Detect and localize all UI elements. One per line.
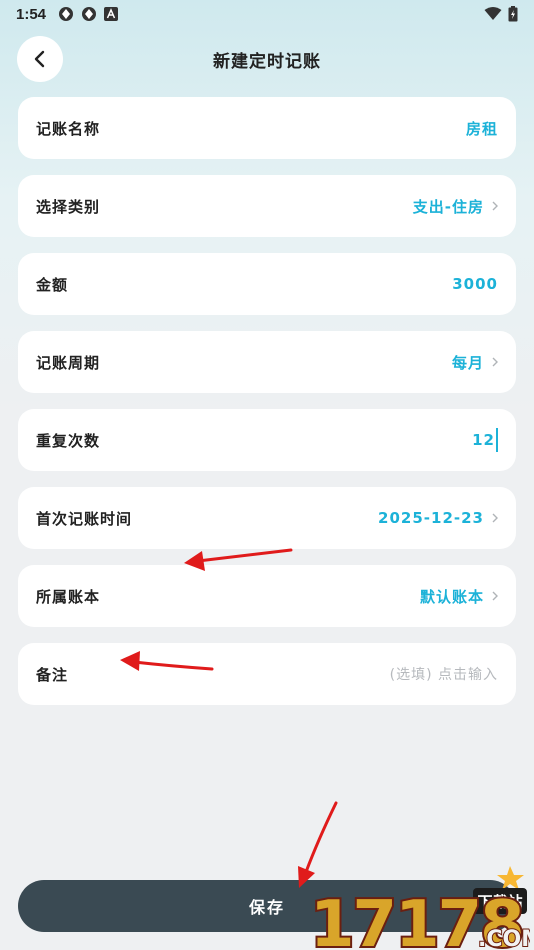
app-notification-icon <box>59 7 74 21</box>
account-book-text: 默认账本 <box>419 587 484 606</box>
entry-name-text: 房租 <box>465 119 498 138</box>
account-book-label: 所属账本 <box>36 587 101 606</box>
amount-label: 金额 <box>36 275 69 294</box>
header: 新建定时记账 <box>0 36 534 82</box>
timed-entry-form: 记账名称 房租 选择类别 支出-住房 金额 3000 记账周期 每月 重复次数 <box>18 97 516 721</box>
wifi-icon <box>484 7 502 20</box>
period-value[interactable]: 每月 <box>452 352 498 373</box>
category-value[interactable]: 支出-住房 <box>413 196 498 217</box>
account-book-value[interactable]: 默认账本 <box>420 586 498 607</box>
row-first-date[interactable]: 首次记账时间 2025-12-23 <box>18 487 516 549</box>
page-title: 新建定时记账 <box>213 51 321 72</box>
watermark-domain: .COM <box>478 927 530 950</box>
category-text: 支出-住房 <box>412 197 484 216</box>
amount-text: 3000 <box>452 275 498 293</box>
row-entry-name[interactable]: 记账名称 房租 <box>18 97 516 159</box>
row-period[interactable]: 记账周期 每月 <box>18 331 516 393</box>
first-date-value[interactable]: 2025-12-23 <box>378 509 498 527</box>
repeat-count-input[interactable]: 12 <box>472 428 498 452</box>
battery-icon <box>508 6 518 22</box>
row-amount[interactable]: 金额 3000 <box>18 253 516 315</box>
period-text: 每月 <box>451 353 484 372</box>
repeat-count-text: 12 <box>472 431 495 449</box>
first-date-text: 2025-12-23 <box>378 509 484 527</box>
chevron-right-icon <box>492 591 498 601</box>
text-cursor <box>496 428 498 452</box>
chevron-left-icon <box>34 50 45 68</box>
row-category[interactable]: 选择类别 支出-住房 <box>18 175 516 237</box>
row-note[interactable]: 备注 (选填) 点击输入 <box>18 643 516 705</box>
note-placeholder: (选填) 点击输入 <box>389 667 498 683</box>
star-icon <box>497 866 524 890</box>
back-button[interactable] <box>17 36 63 82</box>
chevron-right-icon <box>492 513 498 523</box>
first-date-label: 首次记账时间 <box>36 509 133 528</box>
font-a-icon <box>104 7 119 21</box>
note-input[interactable]: (选填) 点击输入 <box>390 664 498 684</box>
note-label: 备注 <box>36 665 69 684</box>
period-label: 记账周期 <box>36 353 101 372</box>
status-time: 1:54 <box>16 5 47 23</box>
row-repeat-count[interactable]: 重复次数 12 <box>18 409 516 471</box>
chevron-right-icon <box>492 201 498 211</box>
chevron-right-icon <box>492 357 498 367</box>
status-bar: 1:54 <box>0 0 534 28</box>
repeat-count-label: 重复次数 <box>36 431 101 450</box>
amount-value[interactable]: 3000 <box>452 275 498 293</box>
row-account-book[interactable]: 所属账本 默认账本 <box>18 565 516 627</box>
app-notification-icon <box>82 7 97 21</box>
category-label: 选择类别 <box>36 197 101 216</box>
site-watermark-logo: 下载站 17178 .COM <box>308 866 530 950</box>
entry-name-value[interactable]: 房租 <box>466 118 498 139</box>
entry-name-label: 记账名称 <box>36 119 101 138</box>
